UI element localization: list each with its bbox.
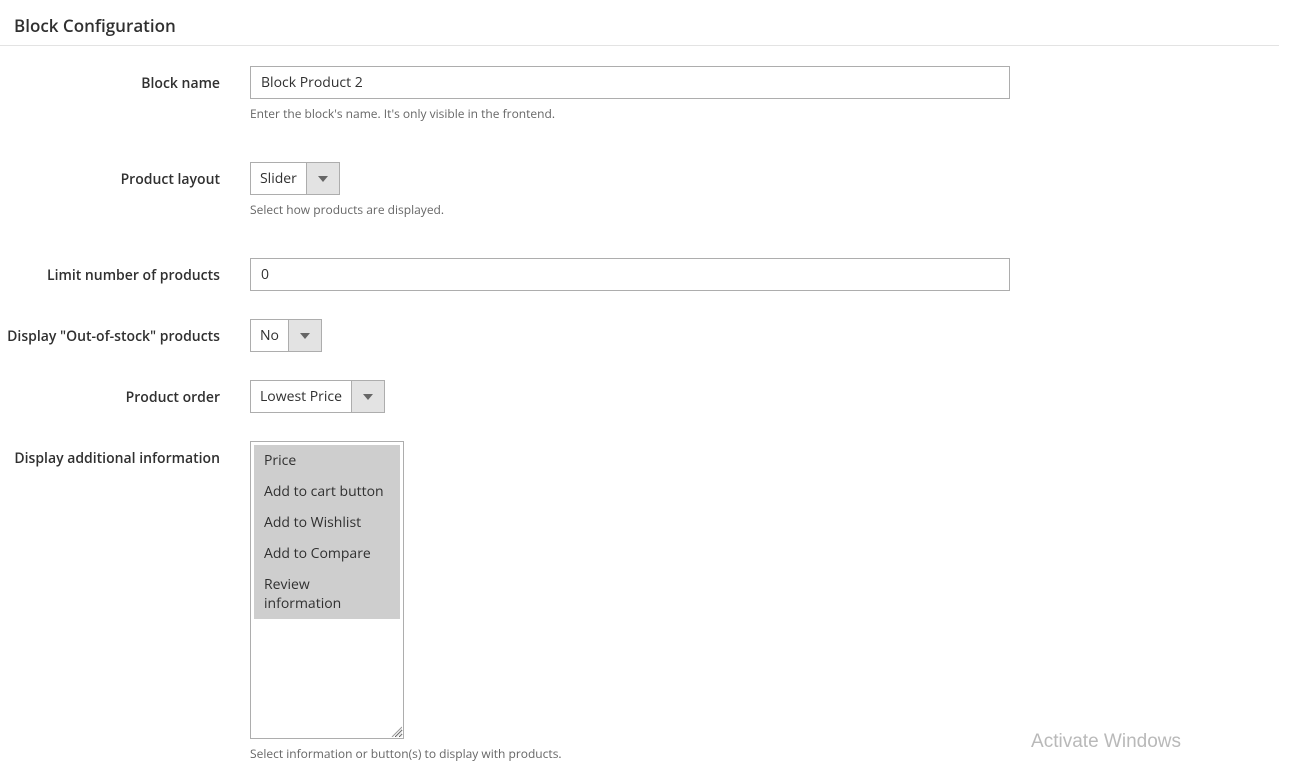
block-name-input[interactable] xyxy=(250,66,1010,99)
option-review-info[interactable]: Review information xyxy=(254,569,400,619)
label-block-name: Block name xyxy=(0,66,250,93)
label-out-of-stock: Display "Out-of-stock" products xyxy=(0,319,250,346)
product-layout-value: Slider xyxy=(251,163,306,194)
row-block-name: Block name Enter the block's name. It's … xyxy=(0,66,1291,122)
out-of-stock-dropdown-button[interactable] xyxy=(288,320,321,351)
label-limit: Limit number of products xyxy=(0,258,250,285)
product-layout-dropdown-button[interactable] xyxy=(306,163,339,194)
chevron-down-icon xyxy=(363,394,373,400)
additional-info-multiselect[interactable]: Price Add to cart button Add to Wishlist… xyxy=(250,441,404,739)
resize-handle-icon[interactable] xyxy=(390,725,402,737)
row-product-layout: Product layout Slider Select how product… xyxy=(0,162,1291,218)
hint-additional-info: Select information or button(s) to displ… xyxy=(250,745,1050,762)
option-add-to-cart[interactable]: Add to cart button xyxy=(254,476,400,507)
chevron-down-icon xyxy=(300,333,310,339)
product-order-select[interactable]: Lowest Price xyxy=(250,380,385,413)
hint-product-layout: Select how products are displayed. xyxy=(250,201,1050,218)
hint-block-name: Enter the block's name. It's only visibl… xyxy=(250,105,1050,122)
section-heading: Block Configuration xyxy=(0,0,1279,46)
option-add-to-wishlist[interactable]: Add to Wishlist xyxy=(254,507,400,538)
out-of-stock-select[interactable]: No xyxy=(250,319,322,352)
label-product-layout: Product layout xyxy=(0,162,250,189)
out-of-stock-value: No xyxy=(251,320,288,351)
row-additional-info: Display additional information Price Add… xyxy=(0,441,1291,762)
label-additional-info: Display additional information xyxy=(0,441,250,468)
product-layout-select[interactable]: Slider xyxy=(250,162,340,195)
option-price[interactable]: Price xyxy=(254,445,400,476)
chevron-down-icon xyxy=(318,176,328,182)
limit-input[interactable] xyxy=(250,258,1010,291)
row-limit: Limit number of products xyxy=(0,258,1291,291)
option-add-to-compare[interactable]: Add to Compare xyxy=(254,538,400,569)
row-out-of-stock: Display "Out-of-stock" products No xyxy=(0,319,1291,352)
row-product-order: Product order Lowest Price xyxy=(0,380,1291,413)
product-order-dropdown-button[interactable] xyxy=(351,381,384,412)
label-product-order: Product order xyxy=(0,380,250,407)
product-order-value: Lowest Price xyxy=(251,381,351,412)
